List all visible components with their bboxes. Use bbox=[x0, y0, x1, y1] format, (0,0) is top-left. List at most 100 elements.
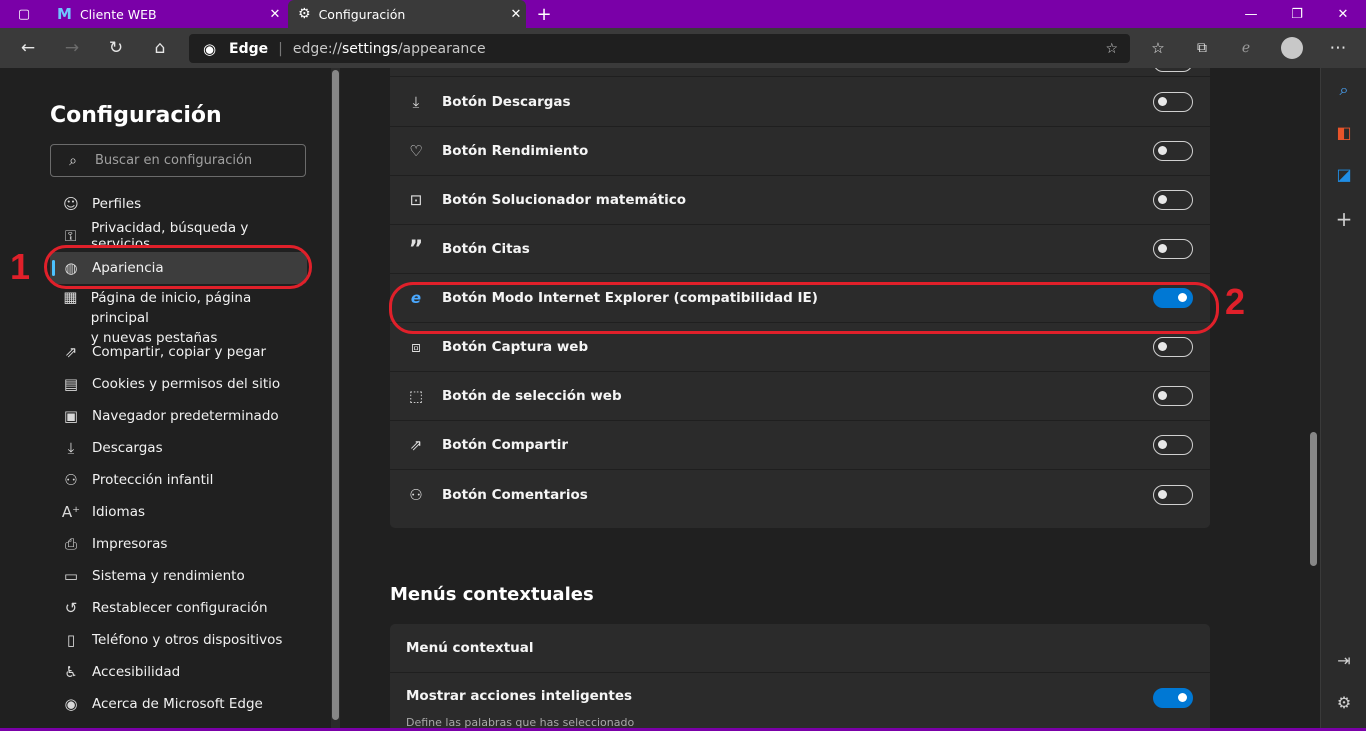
sidebar-item-idiomas[interactable]: A⁺ Idiomas bbox=[50, 496, 307, 528]
address-bar[interactable]: ◉ Edge | edge://settings/appearance ☆ bbox=[189, 34, 1130, 63]
laptop-icon: ▭ bbox=[63, 567, 79, 585]
sidebar-item-label: Protección infantil bbox=[92, 472, 214, 488]
toggle-seleccion[interactable] bbox=[1153, 386, 1193, 406]
m-logo-icon: M bbox=[57, 5, 72, 23]
profile-avatar[interactable] bbox=[1278, 34, 1306, 62]
download-icon: ⤓ bbox=[412, 93, 420, 111]
add-favorite-icon[interactable]: ☆ bbox=[1105, 41, 1118, 57]
sidebar-item-impresoras[interactable]: ⎙ Impresoras bbox=[50, 528, 307, 560]
sidebar-item-label: Perfiles bbox=[92, 196, 142, 212]
sidebar-scrollbar[interactable] bbox=[331, 68, 340, 731]
sidebar-item-acerca[interactable]: ◉ Acerca de Microsoft Edge bbox=[50, 688, 307, 720]
sidebar-item-perfiles[interactable]: ☺ Perfiles bbox=[50, 188, 307, 220]
search-placeholder: Buscar en configuración bbox=[95, 153, 253, 168]
search-input[interactable]: ⌕ Buscar en configuración bbox=[50, 144, 306, 177]
sidebar-item-pagina-inicio[interactable]: ▦ Página de inicio, página principal y nu… bbox=[50, 288, 307, 346]
sidebar-item-accesibilidad[interactable]: ♿ Accesibilidad bbox=[50, 656, 307, 688]
url-prefix: edge:// bbox=[292, 40, 342, 57]
row-menu-contextual: Menú contextual bbox=[390, 624, 1210, 673]
search-icon[interactable]: ⌕ bbox=[1321, 75, 1366, 105]
toggle-solucionador[interactable] bbox=[1153, 190, 1193, 210]
toggle-rendimiento[interactable] bbox=[1153, 141, 1193, 161]
office-icon[interactable]: ◧ bbox=[1321, 117, 1366, 147]
annotation-oval-2 bbox=[389, 282, 1219, 334]
tab-cliente-web[interactable]: M Cliente WEB ✕ bbox=[47, 0, 285, 28]
favorites-icon[interactable]: ☆ bbox=[1144, 34, 1172, 62]
sidebar-item-label: Navegador predeterminado bbox=[92, 408, 279, 424]
maximize-button[interactable]: ❐ bbox=[1274, 0, 1320, 28]
sidebar-item-label: Acerca de Microsoft Edge bbox=[92, 696, 263, 712]
scrollbar-thumb[interactable] bbox=[1310, 432, 1317, 566]
row-label: Botón Citas bbox=[442, 241, 530, 257]
row-descargas: ⤓ Botón Descargas bbox=[390, 78, 1210, 127]
toggle-citas[interactable] bbox=[1153, 239, 1193, 259]
cookie-icon: ▤ bbox=[63, 375, 79, 393]
close-window-button[interactable]: ✕ bbox=[1320, 0, 1366, 28]
new-tab-button[interactable]: + bbox=[528, 0, 560, 28]
close-tab-icon[interactable]: ✕ bbox=[265, 7, 285, 22]
annotation-number-1: 1 bbox=[10, 246, 31, 287]
row-label: Botón de selección web bbox=[442, 388, 622, 404]
row-seleccion: ⬚ Botón de selección web bbox=[390, 372, 1210, 421]
selection-icon: ⬚ bbox=[408, 387, 424, 405]
close-tab-icon[interactable]: ✕ bbox=[506, 7, 526, 22]
download-icon: ⤓ bbox=[67, 439, 75, 457]
toggle-descargas[interactable] bbox=[1153, 92, 1193, 112]
url-host: settings bbox=[341, 40, 398, 57]
share-icon: ⇗ bbox=[409, 436, 423, 454]
tab-configuracion[interactable]: ⚙ Configuración ✕ bbox=[288, 0, 526, 28]
toggle-captura[interactable] bbox=[1153, 337, 1193, 357]
scrollbar-thumb[interactable] bbox=[332, 70, 339, 720]
sidebar-item-descargas[interactable]: ⤓ Descargas bbox=[50, 432, 307, 464]
more-options-icon[interactable]: ⋯ bbox=[1324, 34, 1352, 62]
toggle-switch[interactable] bbox=[1153, 68, 1193, 72]
toggle-compartir[interactable] bbox=[1153, 435, 1193, 455]
url-path: /appearance bbox=[397, 40, 486, 57]
row-label: Botón Compartir bbox=[442, 437, 569, 453]
toggle-comentarios[interactable] bbox=[1153, 484, 1193, 505]
search-icon: ⌕ bbox=[69, 152, 77, 169]
row-label: Botón Captura web bbox=[442, 339, 589, 355]
tab-title: Cliente WEB bbox=[79, 6, 157, 22]
lock-icon: ⚿ bbox=[64, 227, 77, 245]
row-label: Botón Comentarios bbox=[442, 486, 588, 503]
annotation-oval-1 bbox=[44, 245, 312, 289]
row-label: Mostrar acciones inteligentes bbox=[406, 688, 633, 704]
ie-mode-icon[interactable]: ℯ bbox=[1232, 34, 1260, 62]
browser-icon: ▣ bbox=[63, 407, 79, 425]
sidebar-item-label: Descargas bbox=[92, 440, 163, 456]
sidebar-item-proteccion[interactable]: ⚇ Protección infantil bbox=[50, 464, 307, 496]
row-partial bbox=[390, 68, 1210, 77]
tab-actions-icon[interactable]: ▢ bbox=[2, 0, 46, 28]
address-separator: | bbox=[278, 40, 283, 57]
hide-sidebar-icon[interactable]: ⇥ bbox=[1321, 645, 1366, 675]
toggle-acciones-inteligentes[interactable] bbox=[1153, 688, 1193, 708]
sidebar-item-sistema[interactable]: ▭ Sistema y rendimiento bbox=[50, 560, 307, 592]
back-button[interactable]: ← bbox=[14, 34, 42, 62]
forward-button[interactable]: → bbox=[58, 34, 86, 62]
heartbeat-icon: ♡ bbox=[409, 142, 423, 160]
sidebar-item-telefono[interactable]: ▯ Teléfono y otros dispositivos bbox=[50, 624, 307, 656]
sidebar-item-label: Teléfono y otros dispositivos bbox=[92, 632, 283, 648]
context-menu-card: Menú contextual Mostrar acciones intelig… bbox=[390, 624, 1210, 731]
sidebar-item-compartir[interactable]: ⇗ Compartir, copiar y pegar bbox=[50, 336, 307, 368]
sidebar-item-label: Impresoras bbox=[92, 536, 168, 552]
sidebar-item-cookies[interactable]: ▤ Cookies y permisos del sitio bbox=[50, 368, 307, 400]
row-solucionador: ⊡ Botón Solucionador matemático bbox=[390, 176, 1210, 225]
home-button[interactable]: ⌂ bbox=[146, 34, 174, 62]
edge-sidebar: ⌕ ◧ ◪ + ⇥ ⚙ bbox=[1320, 68, 1366, 731]
row-label: Botón Descargas bbox=[442, 94, 571, 110]
add-icon[interactable]: + bbox=[1321, 204, 1366, 234]
outlook-icon[interactable]: ◪ bbox=[1321, 159, 1366, 189]
main-scrollbar[interactable] bbox=[1308, 68, 1320, 731]
minimize-button[interactable]: — bbox=[1228, 0, 1274, 28]
sidebar-item-navegador[interactable]: ▣ Navegador predeterminado bbox=[50, 400, 307, 432]
annotation-number-2: 2 bbox=[1225, 281, 1246, 322]
sidebar-item-restablecer[interactable]: ↺ Restablecer configuración bbox=[50, 592, 307, 624]
sidebar-item-label: Cookies y permisos del sitio bbox=[92, 376, 281, 392]
refresh-button[interactable]: ↻ bbox=[102, 34, 130, 62]
language-icon: A⁺ bbox=[61, 503, 81, 521]
collections-icon[interactable]: ⧉ bbox=[1188, 34, 1216, 62]
row-citas: ” Botón Citas bbox=[390, 225, 1210, 274]
gear-icon[interactable]: ⚙ bbox=[1321, 687, 1366, 717]
